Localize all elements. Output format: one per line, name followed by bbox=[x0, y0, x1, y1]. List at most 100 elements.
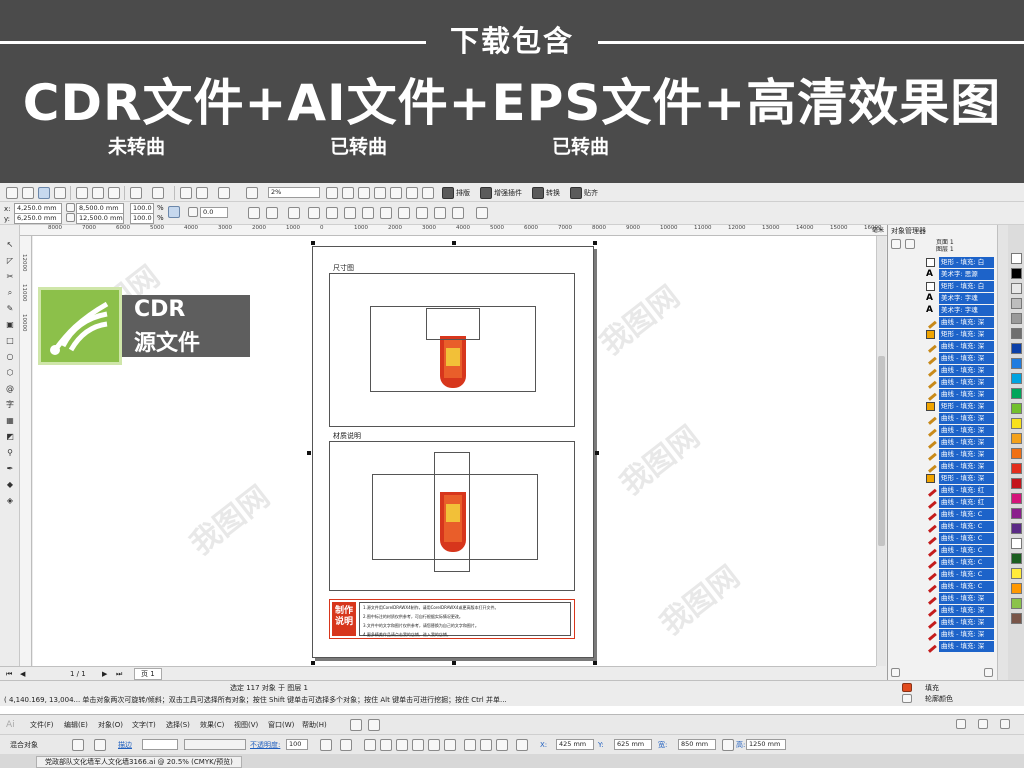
ai-x-field[interactable]: 425 mm bbox=[556, 739, 594, 750]
menu-item[interactable]: 对象(O) bbox=[98, 720, 123, 730]
object-row[interactable]: 曲线 - 填充: 深 bbox=[906, 616, 994, 629]
object-row[interactable]: 曲线 - 填充: C bbox=[906, 532, 994, 545]
document-page[interactable]: 尺寸图 材质说明 制作说明 1.源文件用CorelDRAWX4制作，请用Core… bbox=[307, 241, 599, 665]
eyedropper-tool-icon[interactable]: ⚲ bbox=[4, 447, 16, 458]
color-swatch[interactable] bbox=[1011, 433, 1022, 444]
rectangle-tool-icon[interactable]: □ bbox=[4, 335, 16, 346]
docker-tabs[interactable] bbox=[997, 225, 1008, 680]
color-swatch[interactable] bbox=[1011, 343, 1022, 354]
object-row[interactable]: A 美术字: 字魂 bbox=[906, 305, 994, 317]
save-icon[interactable] bbox=[38, 187, 50, 199]
ungroup-all-icon[interactable] bbox=[344, 207, 356, 219]
blend-tool-icon[interactable]: ◩ bbox=[4, 431, 16, 442]
align-grid-icon[interactable] bbox=[340, 739, 352, 751]
convert-icon[interactable] bbox=[532, 187, 544, 199]
crop-tool-icon[interactable]: ✂ bbox=[4, 271, 16, 282]
selection-handle[interactable] bbox=[452, 661, 456, 665]
color-swatch[interactable] bbox=[1011, 268, 1022, 279]
weld-icon[interactable] bbox=[398, 207, 410, 219]
distribute-bottom-icon[interactable] bbox=[496, 739, 508, 751]
spiral-tool-icon[interactable]: @ bbox=[4, 383, 16, 394]
object-row[interactable]: 曲线 - 填充: 深 bbox=[906, 316, 994, 329]
object-row[interactable]: 矩形 - 填充: 白 bbox=[906, 257, 994, 269]
freehand-tool-icon[interactable]: ✎ bbox=[4, 303, 16, 314]
paste-icon[interactable] bbox=[108, 187, 120, 199]
minimize-icon[interactable] bbox=[956, 719, 966, 729]
ai-width-field[interactable]: 850 mm bbox=[678, 739, 716, 750]
menu-item[interactable]: 选择(S) bbox=[166, 720, 190, 730]
color-swatch[interactable] bbox=[1011, 313, 1022, 324]
next-page-icon[interactable]: ▶ bbox=[102, 669, 107, 679]
zoom-selected-icon[interactable] bbox=[406, 187, 418, 199]
smart-fill-icon[interactable]: ▣ bbox=[4, 319, 16, 330]
simplify-icon[interactable] bbox=[452, 207, 464, 219]
outline-color-icon[interactable] bbox=[902, 694, 912, 703]
object-row[interactable]: 矩形 - 填充: 深 bbox=[906, 473, 994, 485]
selection-handle[interactable] bbox=[307, 451, 311, 455]
color-swatch[interactable] bbox=[1011, 613, 1022, 624]
scale-y-field[interactable]: 100.0 bbox=[130, 213, 154, 224]
object-row[interactable]: 曲线 - 填充: 深 bbox=[906, 436, 994, 449]
selection-handle[interactable] bbox=[311, 241, 315, 245]
selection-handle[interactable] bbox=[595, 451, 599, 455]
open-file-icon[interactable] bbox=[22, 187, 34, 199]
constrain-icon[interactable] bbox=[722, 739, 734, 751]
cut-icon[interactable] bbox=[76, 187, 88, 199]
object-row[interactable]: 曲线 - 填充: 深 bbox=[906, 628, 994, 641]
layout-button[interactable]: 排版 bbox=[456, 188, 470, 198]
y-position-field[interactable]: 6,250.0 mm bbox=[14, 213, 62, 224]
snap-button[interactable]: 贴齐 bbox=[584, 188, 598, 198]
new-layer-icon[interactable] bbox=[891, 668, 900, 677]
canvas-vertical-scrollbar[interactable] bbox=[876, 236, 886, 666]
color-swatch[interactable] bbox=[1011, 478, 1022, 489]
opacity-field[interactable]: 100 bbox=[286, 739, 308, 750]
align-top-icon[interactable] bbox=[412, 739, 424, 751]
object-row[interactable]: 曲线 - 填充: 深 bbox=[906, 352, 994, 365]
intersect-icon[interactable] bbox=[434, 207, 446, 219]
object-row[interactable]: 曲线 - 填充: 深 bbox=[906, 364, 994, 377]
ai-height-field[interactable]: 1250 mm bbox=[746, 739, 786, 750]
selection-handle[interactable] bbox=[593, 661, 597, 665]
align-bottom-icon[interactable] bbox=[444, 739, 456, 751]
text-tool-icon[interactable]: 字 bbox=[4, 399, 16, 410]
object-row[interactable]: A 美术字: 思源 bbox=[906, 269, 994, 281]
color-swatch[interactable] bbox=[1011, 358, 1022, 369]
to-front-icon[interactable] bbox=[476, 207, 488, 219]
last-page-icon[interactable]: ⏭ bbox=[116, 669, 122, 679]
fill-tool-icon[interactable]: ◆ bbox=[4, 479, 16, 490]
close-icon[interactable] bbox=[1000, 719, 1010, 729]
combine-icon[interactable] bbox=[362, 207, 374, 219]
align-middle-icon[interactable] bbox=[428, 739, 440, 751]
zoom-tool-icon[interactable]: ⌕ bbox=[4, 287, 16, 298]
bridge-icon[interactable] bbox=[350, 719, 362, 731]
zoom-width-icon[interactable] bbox=[374, 187, 386, 199]
publish-pdf-icon[interactable] bbox=[218, 187, 230, 199]
color-swatch[interactable] bbox=[1011, 538, 1022, 549]
snap-icon[interactable] bbox=[570, 187, 582, 199]
plugin-button[interactable]: 增强插件 bbox=[494, 188, 522, 198]
manager-view-icon[interactable] bbox=[891, 239, 901, 249]
distribute-top-icon[interactable] bbox=[464, 739, 476, 751]
color-swatch[interactable] bbox=[1011, 493, 1022, 504]
object-row[interactable]: 曲线 - 填充: 深 bbox=[906, 460, 994, 473]
maximize-icon[interactable] bbox=[978, 719, 988, 729]
menu-item[interactable]: 效果(C) bbox=[200, 720, 224, 730]
print-icon[interactable] bbox=[54, 187, 66, 199]
zoom-all-icon[interactable] bbox=[422, 187, 434, 199]
arrange-icon[interactable] bbox=[368, 719, 380, 731]
color-swatch[interactable] bbox=[1011, 568, 1022, 579]
color-swatch[interactable] bbox=[1011, 403, 1022, 414]
align-right-icon[interactable] bbox=[396, 739, 408, 751]
table-tool-icon[interactable]: ▦ bbox=[4, 415, 16, 426]
vertical-ruler[interactable]: 12000 11000 10000 bbox=[20, 236, 32, 666]
fill-color-icon[interactable] bbox=[902, 683, 912, 692]
zoom-level-select[interactable]: 2% bbox=[268, 187, 320, 198]
menu-item[interactable]: 文件(F) bbox=[30, 720, 54, 730]
color-swatch[interactable] bbox=[1011, 598, 1022, 609]
align-icon[interactable] bbox=[288, 207, 300, 219]
mirror-v-icon[interactable] bbox=[266, 207, 278, 219]
height-field[interactable]: 12,500.0 mm bbox=[76, 213, 124, 224]
menu-item[interactable]: 文字(T) bbox=[132, 720, 156, 730]
object-row[interactable]: 曲线 - 填充: 深 bbox=[906, 340, 994, 353]
object-row[interactable]: 矩形 - 填充: 深 bbox=[906, 401, 994, 413]
